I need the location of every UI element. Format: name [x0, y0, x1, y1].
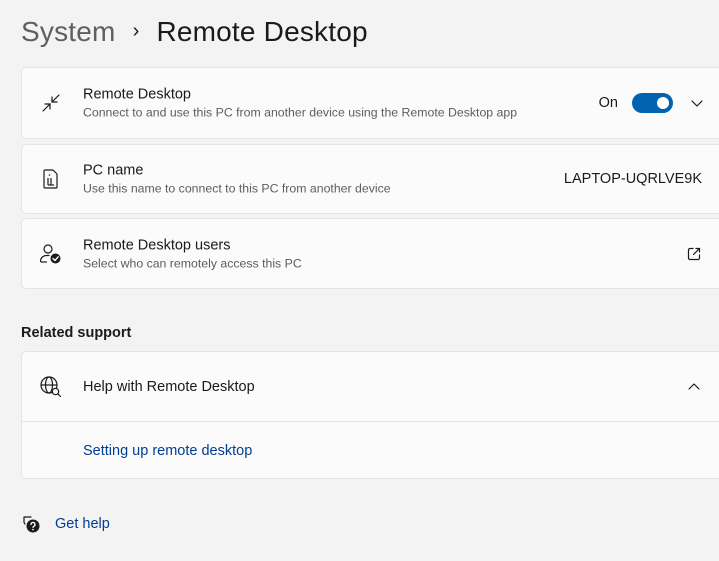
breadcrumb: System › Remote Desktop: [21, 12, 368, 52]
page-title: Remote Desktop: [156, 16, 368, 47]
open-external-icon[interactable]: [686, 246, 702, 262]
pc-name-title: PC name: [83, 162, 144, 179]
remote-desktop-users-card[interactable]: Remote Desktop users Select who can remo…: [21, 218, 719, 289]
help-title: Help with Remote Desktop: [83, 378, 255, 396]
remote-desktop-card[interactable]: Remote Desktop Connect to and use this P…: [21, 67, 719, 139]
remote-users-title: Remote Desktop users: [83, 237, 231, 253]
toggle-state-label: On: [598, 95, 618, 111]
remote-desktop-icon: [39, 91, 63, 115]
chevron-down-icon[interactable]: [689, 95, 705, 111]
related-support-heading: Related support: [21, 325, 132, 341]
remote-users-subtitle: Select who can remotely access this PC: [83, 256, 302, 270]
globe-search-icon: [39, 375, 63, 399]
remote-desktop-title: Remote Desktop: [83, 86, 191, 103]
remote-desktop-subtitle: Connect to and use this PC from another …: [83, 105, 518, 120]
help-links: Setting up remote desktop: [22, 422, 719, 479]
pc-name-text: PC name Use this name to connect to this…: [83, 162, 391, 197]
chevron-up-icon[interactable]: [686, 379, 702, 395]
get-help-link[interactable]: Get help: [55, 516, 110, 532]
pc-name-subtitle: Use this name to connect to this PC from…: [83, 181, 391, 196]
pc-name-value: LAPTOP-UQRLVE9K: [563, 171, 702, 187]
breadcrumb-system-link[interactable]: System: [21, 16, 116, 48]
pc-info-icon: [39, 167, 63, 191]
help-expander-header[interactable]: Help with Remote Desktop: [22, 352, 719, 422]
setting-up-remote-desktop-link[interactable]: Setting up remote desktop: [83, 443, 252, 459]
user-check-icon: [39, 242, 63, 266]
get-help[interactable]: Get help: [21, 513, 110, 535]
remote-desktop-toggle[interactable]: [632, 93, 673, 113]
toggle-knob: [657, 97, 669, 109]
remote-desktop-controls: On: [599, 93, 705, 113]
help-with-remote-desktop-card: Help with Remote Desktop Setting up remo…: [21, 351, 719, 479]
breadcrumb-separator: ›: [132, 19, 140, 42]
help-chat-icon: [23, 516, 40, 533]
remote-users-text: Remote Desktop users Select who can remo…: [83, 236, 302, 271]
remote-desktop-text: Remote Desktop Connect to and use this P…: [83, 86, 517, 121]
pc-name-card: PC name Use this name to connect to this…: [21, 144, 719, 214]
settings-page: System › Remote Desktop Remote Desktop C…: [0, 0, 719, 561]
help-title-label: Help with Remote Desktop: [83, 378, 255, 395]
